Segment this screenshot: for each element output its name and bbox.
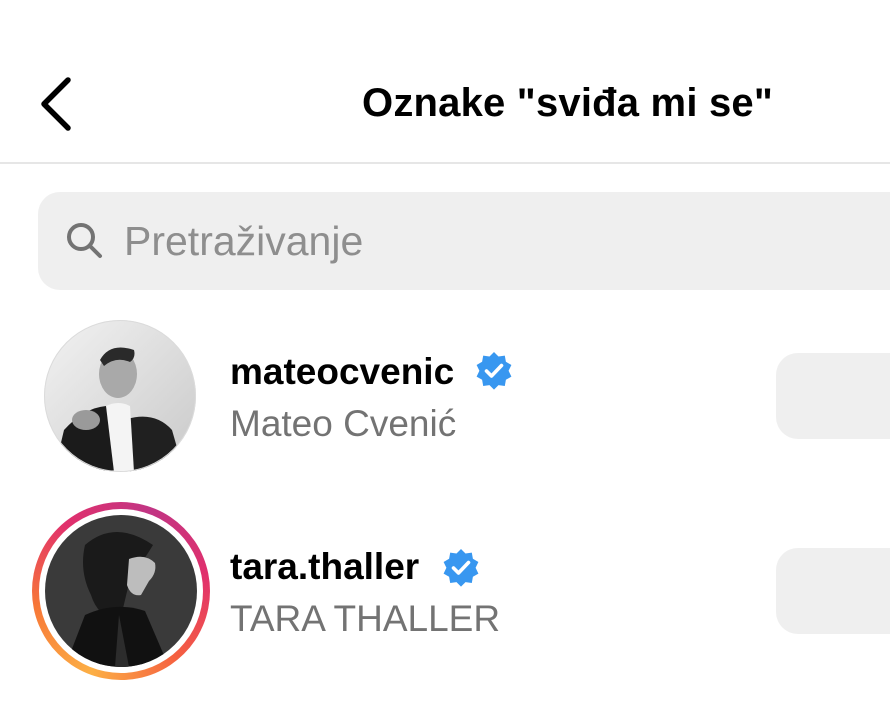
avatar[interactable] — [44, 320, 196, 472]
verified-badge-icon — [443, 549, 479, 587]
search-icon — [67, 223, 102, 258]
username[interactable]: mateocvenic — [230, 351, 454, 393]
likes-screen: Oznake "sviđa mi se" Pretraživanje mateo… — [0, 0, 890, 702]
list-item[interactable]: tara.thaller TARA THALLER — [0, 500, 890, 690]
list-item[interactable]: mateocvenic Mateo Cvenić — [0, 305, 890, 495]
follow-button[interactable] — [776, 548, 890, 634]
header-bar: Oznake "sviđa mi se" — [0, 0, 890, 164]
page-title: Oznake "sviđa mi se" — [362, 81, 774, 125]
search-input[interactable] — [124, 212, 824, 270]
full-name: TARA THALLER — [230, 598, 501, 639]
chevron-left-icon — [41, 77, 71, 131]
username[interactable]: tara.thaller — [230, 546, 419, 588]
follow-button[interactable] — [776, 353, 890, 439]
full-name: Mateo Cvenić — [230, 403, 457, 444]
back-button[interactable] — [28, 72, 84, 136]
avatar-image — [44, 320, 196, 472]
verified-badge-icon — [476, 352, 512, 390]
